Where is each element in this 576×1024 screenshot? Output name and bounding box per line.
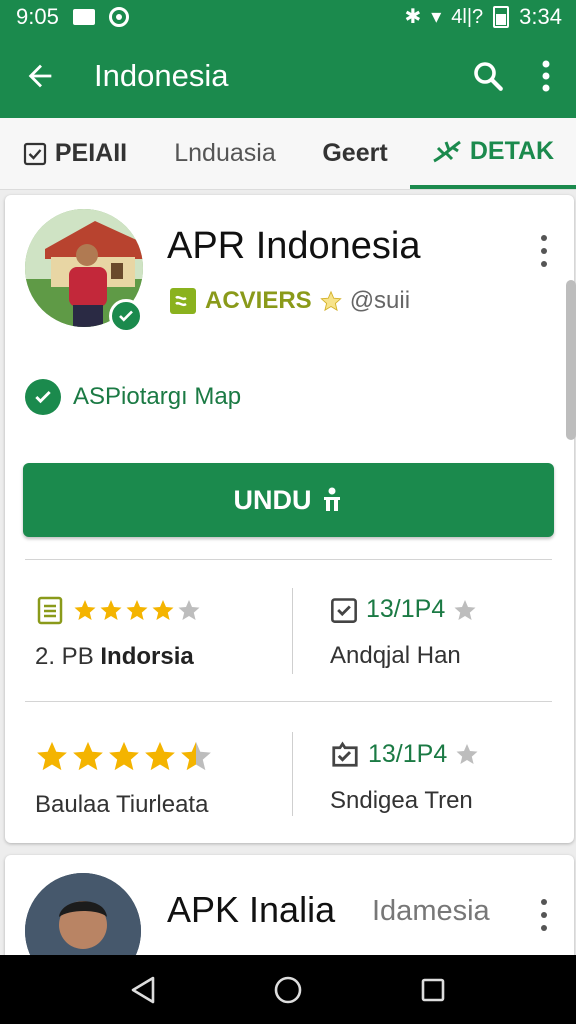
battery-icon: [493, 6, 510, 28]
clipboard-icon: [37, 596, 63, 625]
star-empty-icon: [178, 600, 200, 620]
search-icon: [474, 62, 503, 91]
star-empty-icon: [454, 599, 476, 620]
stat-label: Baulaa Tiurleata: [35, 791, 209, 818]
star-icon: [109, 741, 139, 771]
card-overflow-button[interactable]: [532, 231, 556, 271]
divider: [292, 732, 293, 816]
star-icon: [74, 600, 96, 620]
divider: [292, 588, 293, 674]
dot: [541, 912, 547, 918]
star-icon: [152, 600, 174, 620]
stat-label: Sndigea Tren: [330, 787, 473, 814]
overflow-menu-button[interactable]: [516, 34, 576, 118]
download-button[interactable]: UNDU: [23, 463, 554, 537]
dot: [541, 235, 547, 241]
arrow-left-icon: [28, 64, 52, 88]
status-time: 9:05: [16, 4, 59, 29]
wifi-icon: ▾: [431, 6, 442, 28]
star-icon: [73, 741, 103, 771]
app-subtitle: Idamesia: [372, 895, 490, 927]
tab-label: Lnduasia: [174, 139, 276, 167]
developer-name[interactable]: ACVIERS: [205, 287, 312, 315]
developer-row: ACVIERS @suii: [169, 287, 410, 315]
nav-recents-button[interactable]: [403, 960, 463, 1020]
checkbox-icon: [23, 142, 46, 165]
app-card[interactable]: APR Indonesia ACVIERS @suii ASPiotargı M…: [5, 195, 574, 843]
tab-label: PEIAII: [54, 139, 128, 167]
scrollbar[interactable]: [566, 280, 576, 440]
stat-value: 13/1P4: [366, 595, 446, 623]
star-empty-icon: [456, 744, 478, 764]
back-button[interactable]: [0, 34, 80, 118]
download-label: UNDU: [233, 484, 312, 515]
navigation-bar: [0, 955, 576, 1024]
verified-badge: [109, 299, 143, 333]
star-rating: [73, 598, 201, 622]
badge-check-icon: [332, 741, 358, 767]
star-outline-icon: [319, 290, 342, 312]
square-recents-icon: [422, 978, 445, 1001]
developer-handle: @suii: [349, 287, 411, 314]
dot: [541, 261, 547, 267]
stat-label-prefix: 2. PB: [35, 643, 94, 670]
check-icon: [119, 310, 133, 322]
leaf-icon: [433, 140, 461, 162]
app-name: APR Indonesia: [167, 225, 421, 267]
download-icon: [323, 487, 340, 511]
triangle-back-icon: [131, 976, 154, 1003]
stat-version-2: 13/1P4 Sndigea Tren: [330, 739, 479, 815]
tab-label: Geert: [322, 139, 388, 167]
verified-row: ASPiotargı Map: [25, 379, 241, 415]
bluetooth-icon: ✱: [404, 6, 422, 28]
divider: [25, 559, 552, 560]
tab-bar: PEIAII Lnduasia Geert DETAK: [0, 118, 576, 190]
tab-lnduasia[interactable]: Lnduasia: [150, 118, 300, 189]
more-vert-icon: [542, 60, 550, 92]
stat-label: 2. PB Indorsia: [35, 643, 201, 671]
star-icon: [100, 600, 122, 620]
status-clock: 3:34: [519, 4, 562, 29]
tab-label: DETAK: [469, 137, 555, 165]
search-button[interactable]: [460, 34, 516, 118]
stat-rating: 2. PB Indorsia: [35, 595, 201, 671]
stat-version: 13/1P4 Andqjal Han: [330, 595, 477, 670]
status-bar: 9:05 ✱ ▾ 4l|? 3:34: [0, 0, 576, 34]
app-name: APK Inalia: [167, 889, 336, 930]
divider: [25, 701, 552, 702]
verified-text: ASPiotargı Map: [73, 383, 242, 410]
sync-icon: [108, 7, 129, 27]
check-circle-icon: [25, 379, 61, 415]
developer-icon: [170, 288, 196, 314]
checkbox-icon: [331, 597, 357, 623]
star-rating: [35, 739, 213, 773]
card-overflow-button[interactable]: [532, 895, 556, 935]
star-half-icon: [181, 741, 211, 771]
circle-home-icon: [274, 976, 302, 1003]
tab-peiaii[interactable]: PEIAII: [0, 118, 150, 189]
star-icon: [145, 741, 175, 771]
notification-icon: [72, 9, 95, 25]
dot: [541, 925, 547, 931]
app-bar: Indonesia: [0, 34, 576, 118]
stat-label-main: Indorsia: [100, 643, 194, 670]
tab-geert[interactable]: Geert: [300, 118, 410, 189]
signal-icon: 4l|?: [451, 6, 484, 28]
dot: [541, 248, 547, 254]
star-icon: [126, 600, 148, 620]
page-title: Indonesia: [94, 58, 229, 93]
nav-home-button[interactable]: [258, 960, 318, 1020]
stat-rating-2: Baulaa Tiurleata: [35, 739, 213, 819]
stat-label: Andqjal Han: [330, 642, 461, 669]
dot: [541, 899, 547, 905]
tab-detak[interactable]: DETAK: [410, 118, 576, 189]
stat-value: 13/1P4: [368, 739, 448, 768]
star-icon: [37, 741, 67, 771]
nav-back-button[interactable]: [113, 960, 173, 1020]
